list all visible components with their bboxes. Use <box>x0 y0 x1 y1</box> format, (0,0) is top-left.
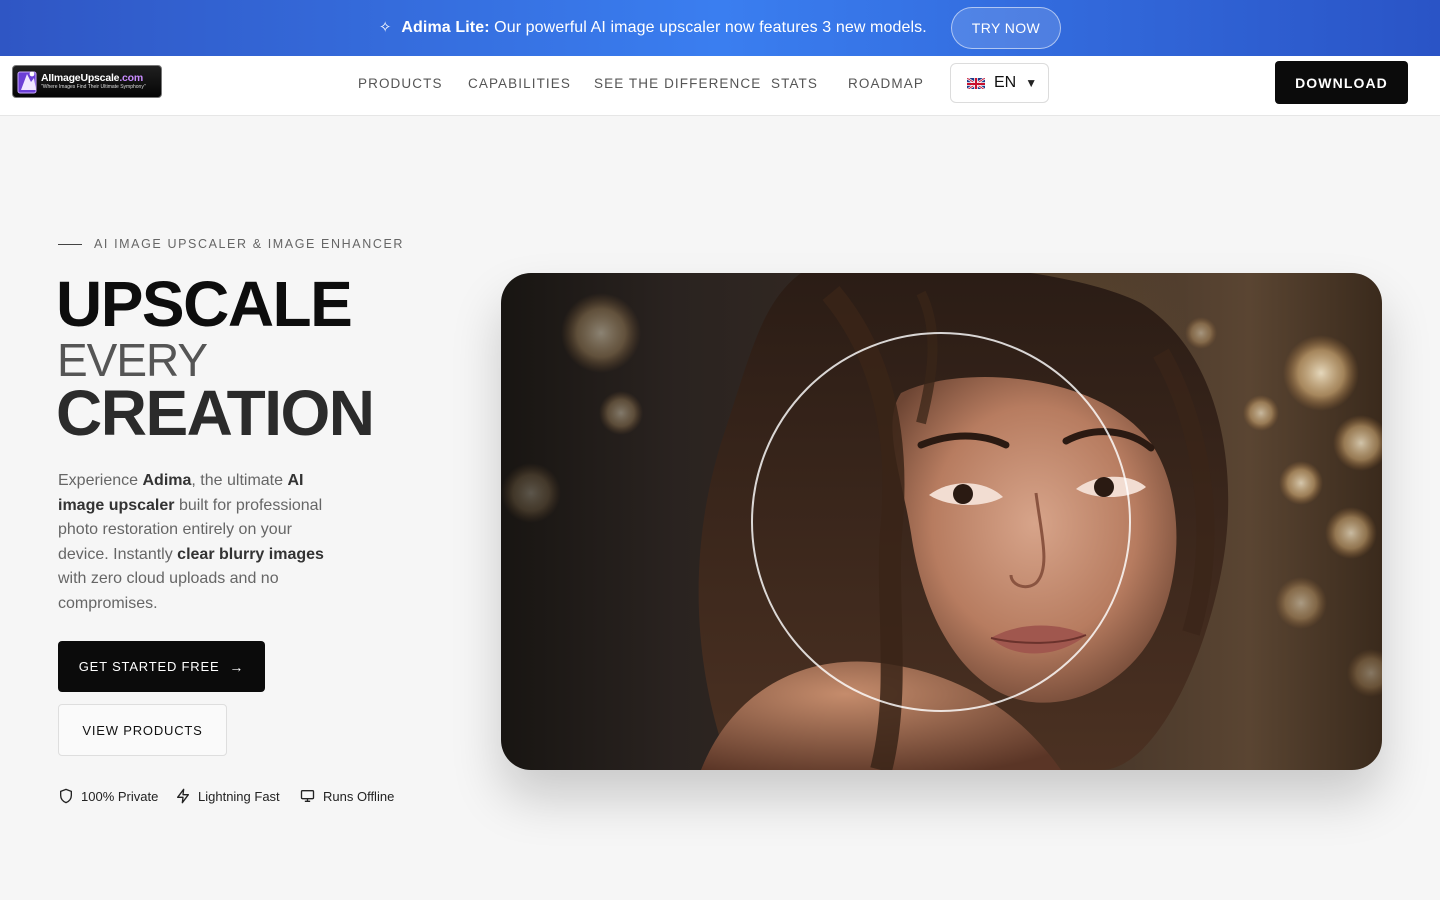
get-started-label: GET STARTED FREE <box>78 659 220 674</box>
download-button[interactable]: DOWNLOAD <box>1275 61 1408 104</box>
nav-capabilities[interactable]: CAPABILITIES <box>468 76 571 91</box>
feature-offline-label: Runs Offline <box>323 788 395 804</box>
try-now-button[interactable]: TRY NOW <box>950 7 1062 49</box>
hero-eyebrow: AI IMAGE UPSCALER & IMAGE ENHANCER <box>58 237 404 251</box>
hero-description: Experience Adima, the ultimate AI image … <box>58 472 324 612</box>
arrow-right-icon: → <box>229 658 245 675</box>
monitor-icon <box>300 790 315 802</box>
caret-down-icon: ▼ <box>1025 76 1038 90</box>
banner-message: Adima Lite: Our powerful AI image upscal… <box>401 19 927 36</box>
nav-stats[interactable]: STATS <box>771 76 818 91</box>
logo-name: AIImageUpscale.com <box>41 71 144 84</box>
language-code: EN <box>994 74 1017 91</box>
nav-roadmap[interactable]: ROADMAP <box>848 76 924 91</box>
site-logo[interactable]: AIImageUpscale.com "Where Images Find Th… <box>12 65 162 98</box>
headline-line-3: CREATION <box>56 377 375 449</box>
shield-icon <box>60 788 72 804</box>
eyebrow-rule <box>58 243 82 245</box>
uk-flag-icon <box>967 77 985 89</box>
announcement-banner: ✧ Adima Lite: Our powerful AI image upsc… <box>0 0 1440 56</box>
feature-private: 100% Private <box>58 788 158 804</box>
language-selector[interactable]: EN ▼ <box>950 63 1049 103</box>
feature-fast-label: Lightning Fast <box>198 788 280 804</box>
headline-line-1: UPSCALE <box>56 268 353 340</box>
feature-private-label: 100% Private <box>81 788 159 804</box>
lightning-icon <box>177 788 189 804</box>
feature-fast: Lightning Fast <box>175 788 280 804</box>
logo-tagline: "Where Images Find Their Ultimate Sympho… <box>41 84 146 91</box>
view-products-button[interactable]: VIEW PRODUCTS <box>58 704 227 756</box>
hero-portrait-image <box>501 273 1382 770</box>
eyebrow-text: AI IMAGE UPSCALER & IMAGE ENHANCER <box>94 237 405 251</box>
nav-see-the-difference[interactable]: SEE THE DIFFERENCE <box>594 76 761 91</box>
site-header: AIImageUpscale.com "Where Images Find Th… <box>0 56 1440 116</box>
sparkle-icon: ✧ <box>378 19 392 36</box>
feature-offline: Runs Offline <box>299 788 394 804</box>
nav-products[interactable]: PRODUCTS <box>358 76 443 91</box>
logo-mark-icon <box>17 68 39 95</box>
get-started-free-button[interactable]: GET STARTED FREE → <box>58 641 265 692</box>
